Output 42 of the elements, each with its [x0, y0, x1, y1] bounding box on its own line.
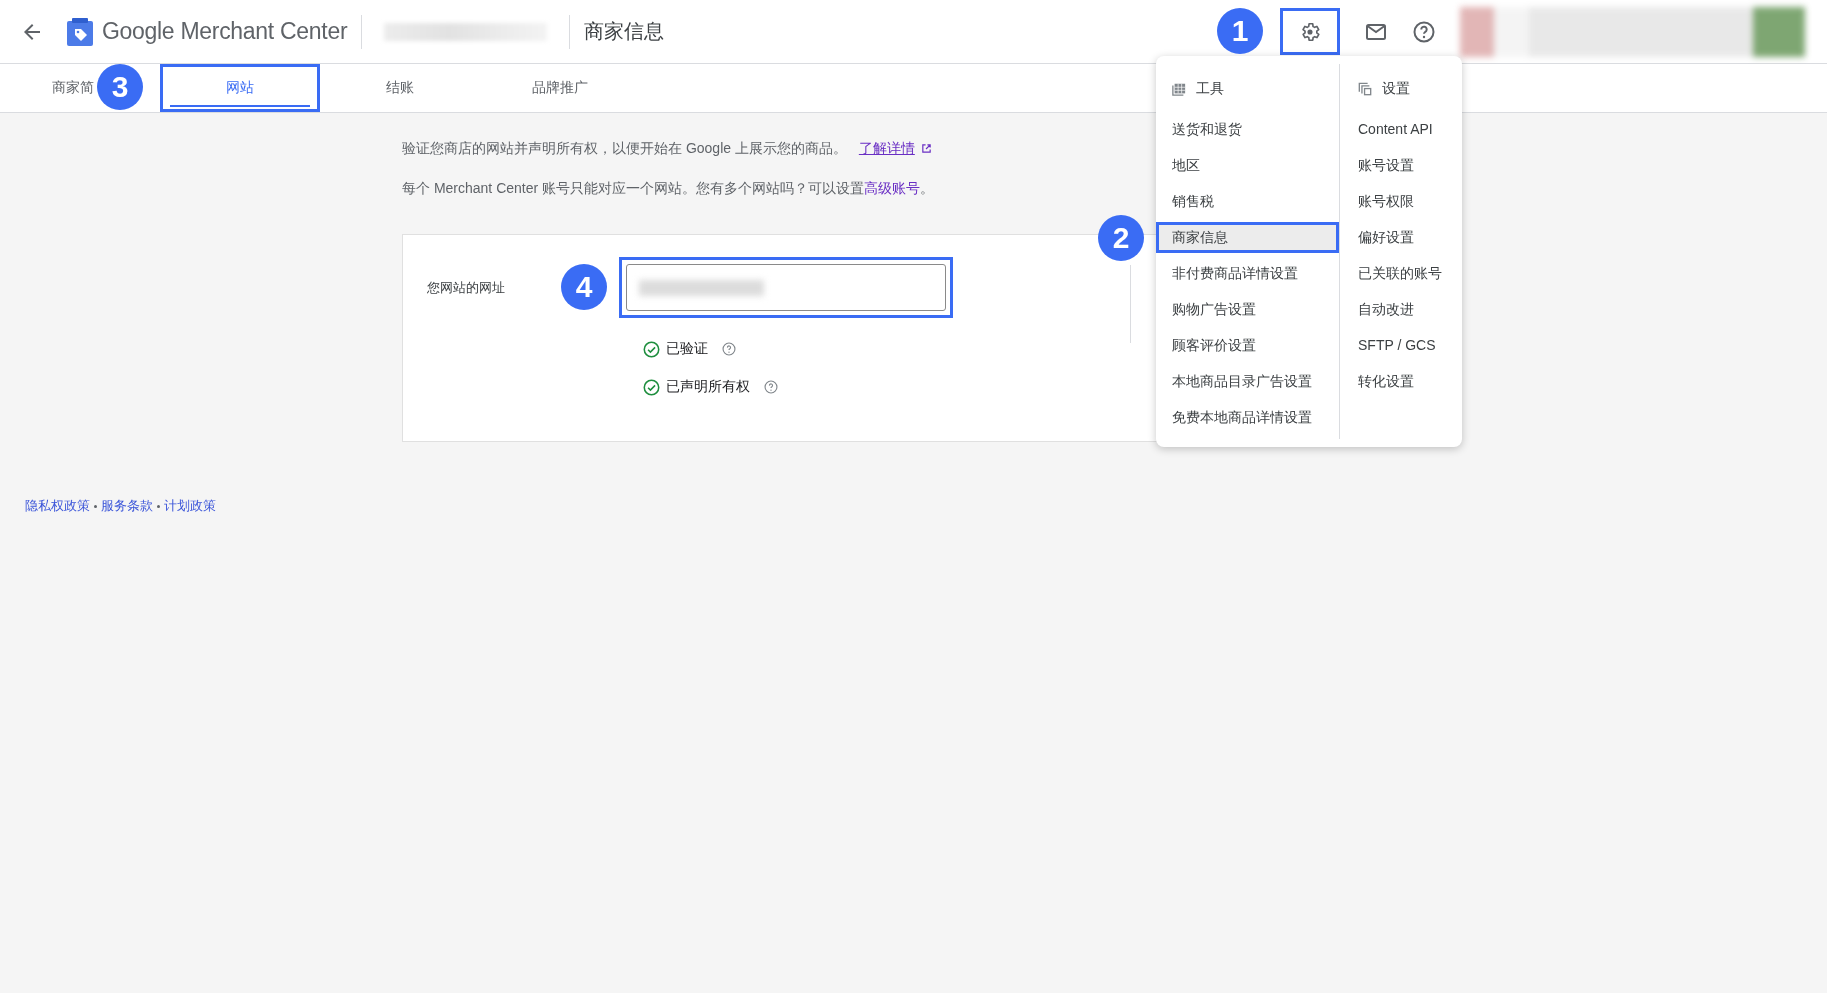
menu-item[interactable]: 自动改进 — [1340, 294, 1462, 325]
field-label: 您网站的网址 — [427, 278, 506, 297]
status-label: 已验证 — [666, 340, 708, 358]
footer-link[interactable]: 计划政策 — [164, 497, 216, 515]
menu-item[interactable]: 购物广告设置 — [1156, 294, 1339, 325]
page-title: 商家信息 — [584, 19, 665, 44]
website-url-field[interactable] — [619, 257, 953, 318]
menu-item[interactable]: 销售税 — [1156, 186, 1339, 217]
menu-item[interactable]: 商家信息 — [1156, 222, 1339, 253]
menu-item[interactable]: 已关联的账号 — [1340, 258, 1462, 289]
menu-heading: 设置 — [1382, 80, 1410, 98]
account-note: 每个 Merchant Center 账号只能对应一个网站。您有多个网站吗？可以设置高级账号。 — [402, 179, 936, 198]
gear-icon — [1299, 20, 1321, 43]
callout-number: 1 — [1217, 8, 1263, 54]
menu-item[interactable]: 非付费商品详情设置 — [1156, 258, 1339, 289]
external-link-icon — [920, 143, 932, 154]
learn-more-link[interactable]: 了解详情 — [858, 140, 932, 156]
menu-item[interactable]: SFTP / GCS — [1340, 330, 1462, 361]
menu-item[interactable]: 顾客评价设置 — [1156, 330, 1339, 361]
status-label: 已声明所有权 — [666, 378, 750, 396]
callout-number: 2 — [1098, 215, 1144, 261]
menu-item[interactable]: 转化设置 — [1340, 366, 1462, 397]
menu-item[interactable]: 偏好设置 — [1340, 222, 1462, 253]
menu-item[interactable]: 免费本地商品详情设置 — [1156, 402, 1339, 433]
copy-icon — [1358, 82, 1372, 96]
advanced-account-link[interactable]: 高级账号 — [864, 180, 921, 196]
grid-icon — [1172, 82, 1186, 96]
tab[interactable]: 网站 — [160, 64, 320, 112]
menu-heading: 工具 — [1196, 80, 1224, 98]
footer-link[interactable]: 隐私权政策 — [25, 497, 90, 515]
menu-item[interactable]: 本地商品目录广告设置 — [1156, 366, 1339, 397]
help-icon[interactable] — [764, 380, 778, 394]
help-icon[interactable] — [722, 342, 736, 356]
shopping-tag-logo-icon — [66, 16, 94, 47]
product-name: Google Merchant Center — [102, 18, 348, 45]
callout-number: 4 — [561, 264, 607, 310]
menu-item[interactable]: 账号权限 — [1340, 186, 1462, 217]
tab[interactable]: 品牌推广 — [480, 64, 640, 112]
footer-link[interactable]: 服务条款 — [101, 497, 153, 515]
tab[interactable]: 结账 — [320, 64, 480, 112]
help-icon[interactable] — [1412, 19, 1436, 44]
callout-number: 3 — [97, 64, 143, 110]
